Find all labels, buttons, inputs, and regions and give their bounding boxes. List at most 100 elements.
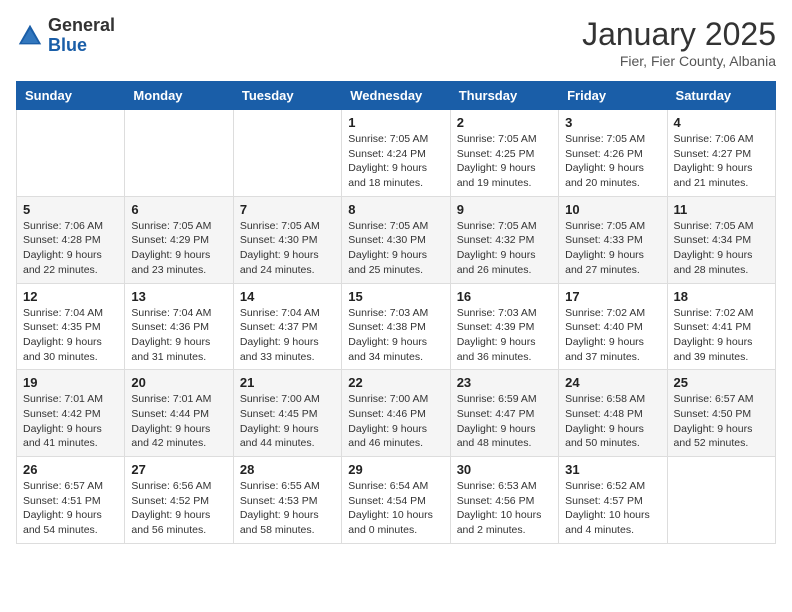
week-row-1: 1Sunrise: 7:05 AMSunset: 4:24 PMDaylight…	[17, 110, 776, 197]
logo-icon	[16, 22, 44, 50]
day-info: Sunrise: 6:54 AMSunset: 4:54 PMDaylight:…	[348, 479, 443, 538]
calendar-cell: 27 Sunrise: 6:56 AMSunset: 4:52 PMDayligh…	[125, 457, 233, 544]
day-info: Sunrise: 7:03 AMSunset: 4:38 PMDaylight:…	[348, 306, 443, 365]
weekday-header-saturday: Saturday	[667, 82, 775, 110]
calendar-cell: 9 Sunrise: 7:05 AMSunset: 4:32 PMDaylight…	[450, 196, 558, 283]
weekday-header-tuesday: Tuesday	[233, 82, 341, 110]
day-number: 2	[457, 115, 552, 130]
day-number: 18	[674, 289, 769, 304]
calendar-cell: 19 Sunrise: 7:01 AMSunset: 4:42 PMDayligh…	[17, 370, 125, 457]
calendar-cell: 22 Sunrise: 7:00 AMSunset: 4:46 PMDayligh…	[342, 370, 450, 457]
day-number: 22	[348, 375, 443, 390]
day-info: Sunrise: 7:05 AMSunset: 4:30 PMDaylight:…	[348, 219, 443, 278]
day-info: Sunrise: 6:57 AMSunset: 4:50 PMDaylight:…	[674, 392, 769, 451]
calendar-cell: 4 Sunrise: 7:06 AMSunset: 4:27 PMDaylight…	[667, 110, 775, 197]
calendar-table: SundayMondayTuesdayWednesdayThursdayFrid…	[16, 81, 776, 544]
day-number: 28	[240, 462, 335, 477]
calendar-cell: 13 Sunrise: 7:04 AMSunset: 4:36 PMDayligh…	[125, 283, 233, 370]
day-info: Sunrise: 7:06 AMSunset: 4:27 PMDaylight:…	[674, 132, 769, 191]
day-info: Sunrise: 7:06 AMSunset: 4:28 PMDaylight:…	[23, 219, 118, 278]
day-info: Sunrise: 7:00 AMSunset: 4:46 PMDaylight:…	[348, 392, 443, 451]
week-row-3: 12Sunrise: 7:04 AMSunset: 4:35 PMDayligh…	[17, 283, 776, 370]
day-info: Sunrise: 7:05 AMSunset: 4:33 PMDaylight:…	[565, 219, 660, 278]
day-number: 24	[565, 375, 660, 390]
day-number: 3	[565, 115, 660, 130]
day-info: Sunrise: 6:57 AMSunset: 4:51 PMDaylight:…	[23, 479, 118, 538]
calendar-cell	[667, 457, 775, 544]
calendar-cell: 18 Sunrise: 7:02 AMSunset: 4:41 PMDayligh…	[667, 283, 775, 370]
day-number: 19	[23, 375, 118, 390]
calendar-cell: 16 Sunrise: 7:03 AMSunset: 4:39 PMDayligh…	[450, 283, 558, 370]
calendar-cell: 14Sunrise: 7:04 AMSunset: 4:37 PMDayligh…	[233, 283, 341, 370]
calendar-cell	[17, 110, 125, 197]
day-number: 16	[457, 289, 552, 304]
day-info: Sunrise: 7:03 AMSunset: 4:39 PMDaylight:…	[457, 306, 552, 365]
logo-blue: Blue	[48, 36, 115, 56]
calendar-cell: 23Sunrise: 6:59 AMSunset: 4:47 PMDayligh…	[450, 370, 558, 457]
calendar-cell: 25 Sunrise: 6:57 AMSunset: 4:50 PMDayligh…	[667, 370, 775, 457]
calendar-cell: 28 Sunrise: 6:55 AMSunset: 4:53 PMDayligh…	[233, 457, 341, 544]
calendar-cell: 10 Sunrise: 7:05 AMSunset: 4:33 PMDayligh…	[559, 196, 667, 283]
day-number: 9	[457, 202, 552, 217]
day-info: Sunrise: 7:05 AMSunset: 4:26 PMDaylight:…	[565, 132, 660, 191]
calendar-cell: 6 Sunrise: 7:05 AMSunset: 4:29 PMDaylight…	[125, 196, 233, 283]
day-info: Sunrise: 7:04 AMSunset: 4:36 PMDaylight:…	[131, 306, 226, 365]
day-info: Sunrise: 7:05 AMSunset: 4:25 PMDaylight:…	[457, 132, 552, 191]
day-number: 12	[23, 289, 118, 304]
calendar-cell: 20 Sunrise: 7:01 AMSunset: 4:44 PMDayligh…	[125, 370, 233, 457]
calendar-cell	[233, 110, 341, 197]
day-info: Sunrise: 7:04 AMSunset: 4:37 PMDaylight:…	[240, 306, 335, 365]
weekday-header-row: SundayMondayTuesdayWednesdayThursdayFrid…	[17, 82, 776, 110]
day-number: 26	[23, 462, 118, 477]
calendar-cell: 11 Sunrise: 7:05 AMSunset: 4:34 PMDayligh…	[667, 196, 775, 283]
calendar-cell: 8Sunrise: 7:05 AMSunset: 4:30 PMDaylight…	[342, 196, 450, 283]
day-info: Sunrise: 7:05 AMSunset: 4:32 PMDaylight:…	[457, 219, 552, 278]
day-info: Sunrise: 7:05 AMSunset: 4:34 PMDaylight:…	[674, 219, 769, 278]
day-info: Sunrise: 7:01 AMSunset: 4:44 PMDaylight:…	[131, 392, 226, 451]
calendar-cell: 31 Sunrise: 6:52 AMSunset: 4:57 PMDayligh…	[559, 457, 667, 544]
day-info: Sunrise: 7:05 AMSunset: 4:29 PMDaylight:…	[131, 219, 226, 278]
day-info: Sunrise: 6:59 AMSunset: 4:47 PMDaylight:…	[457, 392, 552, 451]
calendar-cell: 26 Sunrise: 6:57 AMSunset: 4:51 PMDayligh…	[17, 457, 125, 544]
logo-general: General	[48, 16, 115, 36]
calendar-cell: 1Sunrise: 7:05 AMSunset: 4:24 PMDaylight…	[342, 110, 450, 197]
day-number: 30	[457, 462, 552, 477]
title-block: January 2025 Fier, Fier County, Albania	[582, 16, 776, 69]
calendar-cell: 21Sunrise: 7:00 AMSunset: 4:45 PMDayligh…	[233, 370, 341, 457]
day-info: Sunrise: 6:56 AMSunset: 4:52 PMDaylight:…	[131, 479, 226, 538]
logo-text: General Blue	[48, 16, 115, 56]
week-row-2: 5 Sunrise: 7:06 AMSunset: 4:28 PMDaylight…	[17, 196, 776, 283]
day-number: 13	[131, 289, 226, 304]
day-info: Sunrise: 7:00 AMSunset: 4:45 PMDaylight:…	[240, 392, 335, 451]
day-info: Sunrise: 6:55 AMSunset: 4:53 PMDaylight:…	[240, 479, 335, 538]
calendar-cell: 15Sunrise: 7:03 AMSunset: 4:38 PMDayligh…	[342, 283, 450, 370]
calendar-cell: 2 Sunrise: 7:05 AMSunset: 4:25 PMDaylight…	[450, 110, 558, 197]
day-info: Sunrise: 7:05 AMSunset: 4:30 PMDaylight:…	[240, 219, 335, 278]
day-number: 4	[674, 115, 769, 130]
day-number: 25	[674, 375, 769, 390]
day-number: 6	[131, 202, 226, 217]
day-info: Sunrise: 7:01 AMSunset: 4:42 PMDaylight:…	[23, 392, 118, 451]
day-info: Sunrise: 6:58 AMSunset: 4:48 PMDaylight:…	[565, 392, 660, 451]
day-number: 17	[565, 289, 660, 304]
calendar-cell: 24 Sunrise: 6:58 AMSunset: 4:48 PMDayligh…	[559, 370, 667, 457]
calendar-cell	[125, 110, 233, 197]
calendar-cell: 29Sunrise: 6:54 AMSunset: 4:54 PMDayligh…	[342, 457, 450, 544]
day-number: 5	[23, 202, 118, 217]
week-row-4: 19 Sunrise: 7:01 AMSunset: 4:42 PMDayligh…	[17, 370, 776, 457]
month-title: January 2025	[582, 16, 776, 53]
day-info: Sunrise: 6:53 AMSunset: 4:56 PMDaylight:…	[457, 479, 552, 538]
location-subtitle: Fier, Fier County, Albania	[582, 53, 776, 69]
day-info: Sunrise: 6:52 AMSunset: 4:57 PMDaylight:…	[565, 479, 660, 538]
day-info: Sunrise: 7:02 AMSunset: 4:41 PMDaylight:…	[674, 306, 769, 365]
day-number: 31	[565, 462, 660, 477]
day-number: 11	[674, 202, 769, 217]
calendar-cell: 17 Sunrise: 7:02 AMSunset: 4:40 PMDayligh…	[559, 283, 667, 370]
day-info: Sunrise: 7:02 AMSunset: 4:40 PMDaylight:…	[565, 306, 660, 365]
day-number: 27	[131, 462, 226, 477]
weekday-header-thursday: Thursday	[450, 82, 558, 110]
day-number: 20	[131, 375, 226, 390]
week-row-5: 26 Sunrise: 6:57 AMSunset: 4:51 PMDayligh…	[17, 457, 776, 544]
day-info: Sunrise: 7:05 AMSunset: 4:24 PMDaylight:…	[348, 132, 443, 191]
day-number: 10	[565, 202, 660, 217]
